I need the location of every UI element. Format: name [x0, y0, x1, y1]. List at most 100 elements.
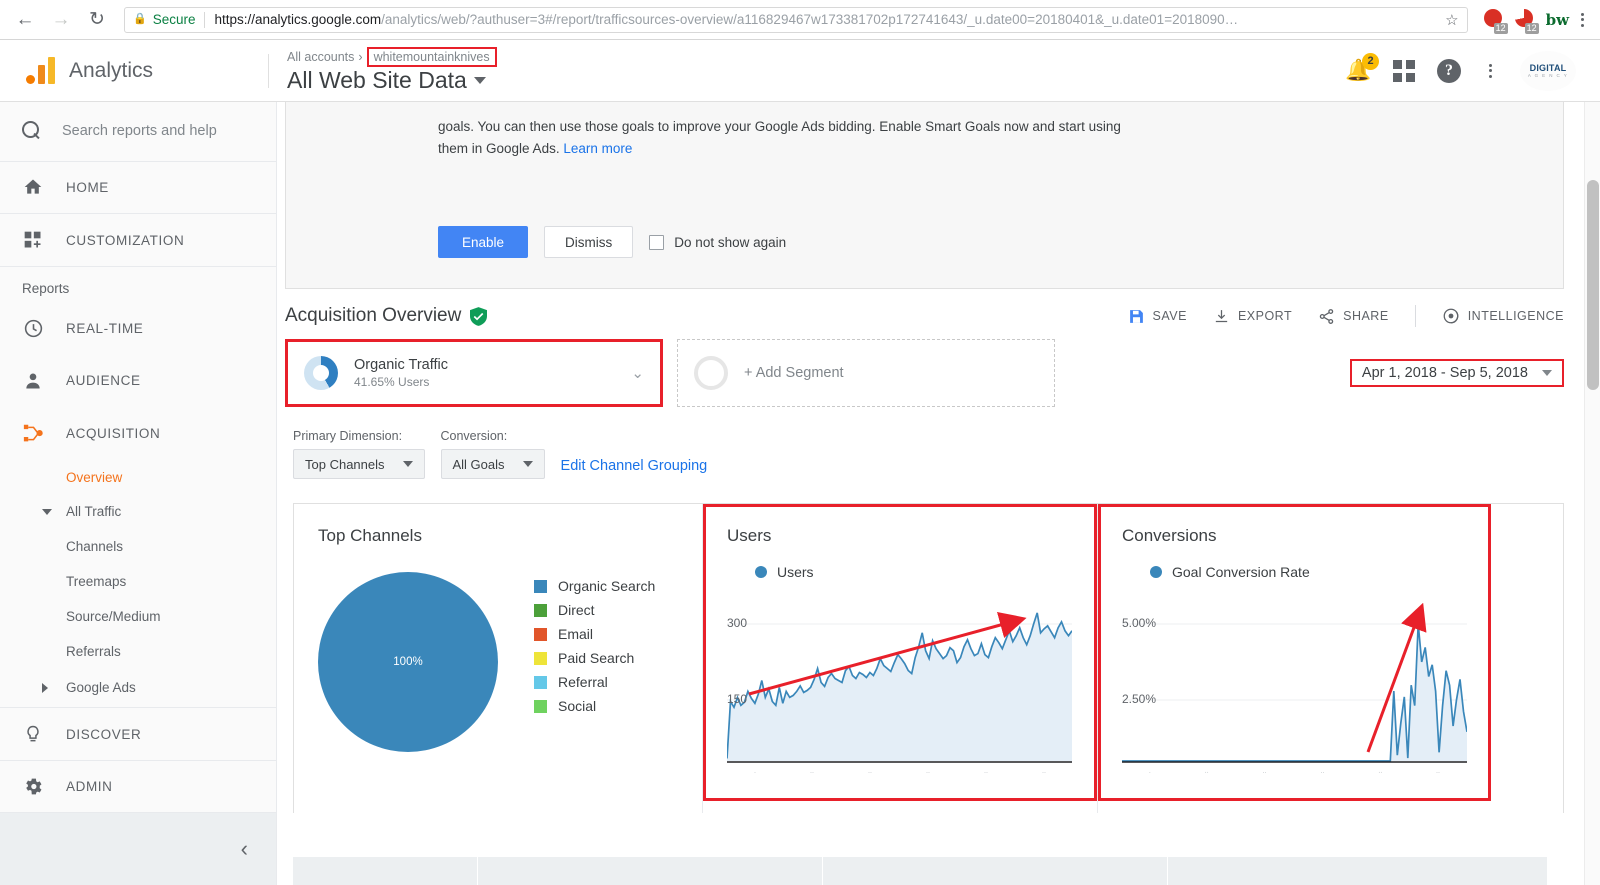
overview-panels: Top Channels 100% Organic Search Direct: [293, 503, 1564, 813]
address-bar[interactable]: 🔒 Secure https://analytics.google.com/an…: [124, 7, 1468, 33]
sidebar-item-label: CUSTOMIZATION: [66, 233, 184, 248]
legend-swatch: [534, 580, 547, 593]
search-input[interactable]: [62, 123, 254, 139]
report-header: Acquisition Overview SAVE: [277, 289, 1584, 339]
legend-item[interactable]: Paid Search: [534, 650, 655, 666]
conversions-legend: Goal Conversion Rate: [1150, 564, 1467, 580]
legend-swatch: [534, 700, 547, 713]
table-col-4: [1168, 857, 1548, 885]
bw-extension-icon[interactable]: bw: [1546, 11, 1569, 29]
share-button[interactable]: SHARE: [1318, 308, 1389, 325]
promo-actions: Enable Dismiss Do not show again: [286, 160, 1563, 288]
pie-chart[interactable]: 100%: [318, 572, 498, 752]
legend-label: Social: [558, 698, 596, 714]
intelligence-button[interactable]: INTELLIGENCE: [1442, 307, 1564, 325]
legend-item[interactable]: Email: [534, 626, 655, 642]
sidebar-subitem-overview[interactable]: Overview: [0, 460, 276, 495]
help-icon[interactable]: ?: [1437, 59, 1461, 83]
back-button[interactable]: ←: [10, 5, 40, 35]
product-name: Analytics: [69, 59, 153, 83]
do-not-show-checkbox[interactable]: [649, 235, 664, 250]
y-tick-label: 5.00%: [1122, 616, 1156, 630]
share-icon: [1318, 308, 1335, 325]
sidebar-subitem-all-traffic[interactable]: All Traffic: [0, 495, 276, 530]
sidebar-item-home[interactable]: HOME: [0, 162, 276, 215]
chevron-left-icon[interactable]: ‹: [241, 836, 248, 862]
sidebar-item-acquisition[interactable]: ACQUISITION: [0, 407, 276, 460]
sidebar-item-discover[interactable]: DISCOVER: [0, 708, 276, 761]
view-name[interactable]: All Web Site Data: [287, 67, 497, 94]
secure-label: Secure: [153, 12, 196, 27]
star-icon[interactable]: ☆: [1445, 11, 1458, 29]
primary-dimension-select[interactable]: Top Channels: [293, 449, 425, 479]
add-segment-button[interactable]: + Add Segment: [677, 339, 1055, 407]
notifications-button[interactable]: 🔔 2: [1345, 58, 1371, 84]
sidebar-subitem-channels[interactable]: Channels: [0, 529, 276, 564]
sidebar-subitem-label: Treemaps: [66, 574, 126, 589]
legend-item[interactable]: Social: [534, 698, 655, 714]
edit-channel-grouping-link[interactable]: Edit Channel Grouping: [561, 458, 708, 474]
sidebar-collapse-bar[interactable]: ‹: [0, 813, 276, 885]
panel-title: Users: [727, 526, 1073, 546]
analytics-logo[interactable]: Analytics: [18, 58, 268, 84]
apps-grid-icon[interactable]: [1393, 60, 1415, 82]
account-selector[interactable]: All accounts › whitemountainknives All W…: [287, 47, 497, 94]
sidebar-search[interactable]: [0, 102, 276, 162]
breadcrumb-account[interactable]: whitemountainknives: [367, 47, 497, 67]
sidebar-subitem-google-ads[interactable]: Google Ads: [0, 668, 276, 708]
dismiss-button[interactable]: Dismiss: [544, 226, 633, 258]
sidebar-subitem-treemaps[interactable]: Treemaps: [0, 564, 276, 599]
sidebar-item-label: REAL-TIME: [66, 321, 143, 336]
segment-card-organic-traffic[interactable]: Organic Traffic 41.65% Users ⌄: [285, 339, 663, 407]
users-plot[interactable]: 300 150: [727, 592, 1073, 764]
panel-users: Users Users 300 150: [703, 504, 1097, 813]
primary-dimension-value: Top Channels: [305, 457, 385, 472]
kebab-menu-icon[interactable]: [1575, 13, 1590, 27]
promo-line1: goals. You can then use those goals to i…: [438, 119, 1121, 134]
learn-more-link[interactable]: Learn more: [563, 141, 632, 156]
conversion-value: All Goals: [453, 457, 505, 472]
save-button[interactable]: SAVE: [1128, 308, 1187, 325]
conversions-plot[interactable]: 5.00% 2.50%: [1122, 592, 1467, 764]
legend-item[interactable]: Direct: [534, 602, 655, 618]
segment-row: Organic Traffic 41.65% Users ⌄ + Add Seg…: [277, 339, 1584, 407]
users-legend: Users: [755, 564, 1073, 580]
pocket-extension-2-icon[interactable]: 12: [1515, 9, 1537, 31]
scrollbar-thumb[interactable]: [1587, 180, 1599, 390]
pocket-extension-icon[interactable]: 12: [1484, 9, 1506, 31]
chevron-down-icon[interactable]: ⌄: [631, 364, 644, 382]
legend-item[interactable]: Organic Search: [534, 578, 655, 594]
segment-text: Organic Traffic 41.65% Users: [354, 357, 448, 389]
enable-button[interactable]: Enable: [438, 226, 528, 258]
sidebar-subitem-referrals[interactable]: Referrals: [0, 634, 276, 669]
sidebar-subitem-label: Overview: [66, 470, 122, 485]
segment-sub: 41.65% Users: [354, 375, 448, 389]
sidebar-item-audience[interactable]: AUDIENCE: [0, 355, 276, 408]
lock-icon: 🔒: [133, 14, 147, 25]
sidebar-item-customization[interactable]: CUSTOMIZATION: [0, 214, 276, 267]
sidebar-subitem-label: Referrals: [66, 644, 121, 659]
share-label: SHARE: [1343, 309, 1389, 323]
conversion-label: Conversion:: [441, 429, 545, 443]
header-kebab-icon[interactable]: [1483, 64, 1498, 78]
lightbulb-icon: [22, 724, 44, 744]
sidebar-item-admin[interactable]: ADMIN: [0, 761, 276, 814]
legend-label: Users: [777, 564, 814, 580]
conversion-select[interactable]: All Goals: [441, 449, 545, 479]
sidebar-item-real-time[interactable]: REAL-TIME: [0, 302, 276, 355]
legend-swatch: [534, 676, 547, 689]
breadcrumb: All accounts › whitemountainknives: [287, 47, 497, 67]
verified-shield-icon: [470, 307, 487, 326]
acquisition-icon: [22, 423, 44, 444]
breadcrumb-all-accounts[interactable]: All accounts: [287, 50, 354, 64]
table-col-1: [293, 857, 478, 885]
forward-button[interactable]: →: [46, 5, 76, 35]
tools-divider: [1415, 305, 1416, 327]
sidebar-subitem-source-medium[interactable]: Source/Medium: [0, 599, 276, 634]
reload-button[interactable]: ↻: [82, 5, 112, 35]
export-button[interactable]: EXPORT: [1213, 308, 1292, 325]
date-range-picker[interactable]: Apr 1, 2018 - Sep 5, 2018: [1350, 359, 1564, 387]
page-scrollbar[interactable]: [1584, 102, 1600, 885]
legend-item[interactable]: Referral: [534, 674, 655, 690]
do-not-show-again-row[interactable]: Do not show again: [649, 235, 786, 250]
